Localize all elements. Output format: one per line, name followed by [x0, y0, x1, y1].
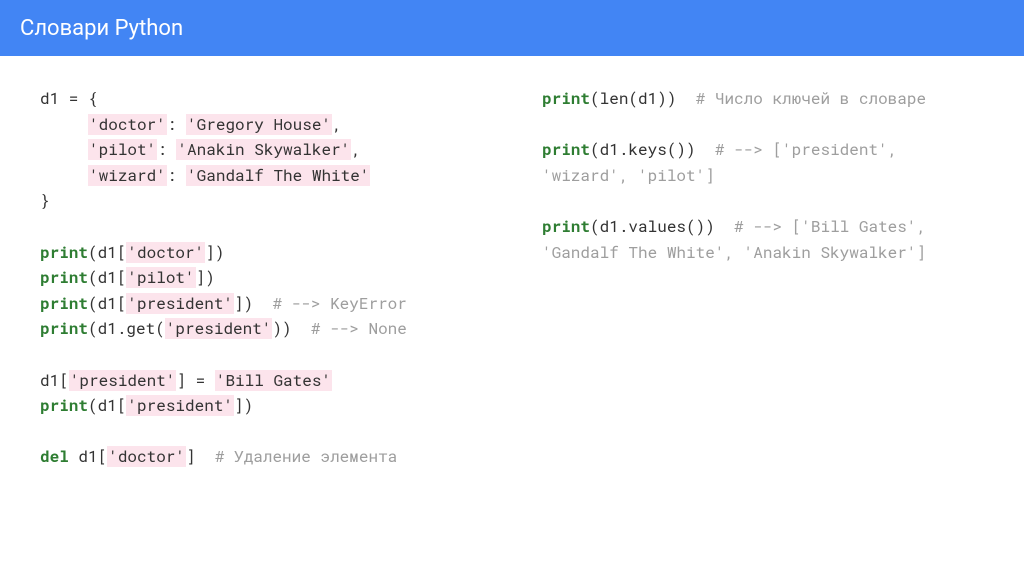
keyword-del: del	[40, 446, 69, 467]
string-literal: 'Gandalf The White'	[186, 165, 370, 186]
string-literal: 'president'	[126, 395, 234, 416]
string-literal: 'Bill Gates'	[215, 370, 332, 391]
code-text: ))	[272, 318, 291, 339]
code-text: ]	[186, 446, 196, 467]
code-column-right: print(len(d1)) # Число ключей в словаре …	[542, 86, 984, 470]
string-literal: 'wizard'	[88, 165, 167, 186]
code-text: ])	[196, 267, 215, 288]
code-column-left: d1 = { 'doctor': 'Gregory House', 'pilot…	[40, 86, 482, 470]
string-literal: 'pilot'	[126, 267, 195, 288]
string-literal: 'president'	[69, 370, 177, 391]
code-text: (d1.keys())	[590, 139, 696, 160]
code-text: ])	[234, 395, 253, 416]
code-text: (d1.values())	[590, 216, 715, 237]
code-text: (d1[	[88, 267, 126, 288]
comment: # Число ключей в словаре	[676, 88, 926, 109]
code-text: (d1.get(	[88, 318, 165, 339]
keyword-print: print	[40, 242, 88, 263]
code-text: (d1[	[88, 242, 126, 263]
string-literal: 'doctor'	[107, 446, 186, 467]
code-text: (d1[	[88, 395, 126, 416]
string-literal: 'pilot'	[88, 139, 157, 160]
code-text: }	[40, 190, 50, 211]
keyword-print: print	[40, 318, 88, 339]
code-text: d1[	[69, 446, 107, 467]
slide-title: Словари Python	[20, 16, 183, 41]
keyword-print: print	[40, 293, 88, 314]
keyword-print: print	[542, 88, 590, 109]
code-text: ])	[205, 242, 224, 263]
slide-header: Словари Python	[0, 0, 1024, 56]
comment: # --> None	[292, 318, 407, 339]
slide-content: d1 = { 'doctor': 'Gregory House', 'pilot…	[0, 56, 1024, 500]
code-text: (d1[	[88, 293, 126, 314]
string-literal: 'Gregory House'	[186, 114, 332, 135]
string-literal: 'Anakin Skywalker'	[176, 139, 351, 160]
code-text: ] =	[176, 370, 214, 391]
comment: # Удаление элемента	[196, 446, 398, 467]
keyword-print: print	[542, 139, 590, 160]
comment: # --> KeyError	[253, 293, 407, 314]
code-text: d1[	[40, 370, 69, 391]
string-literal: 'doctor'	[88, 114, 167, 135]
string-literal: 'president'	[126, 293, 234, 314]
keyword-print: print	[40, 267, 88, 288]
code-text: ])	[234, 293, 253, 314]
code-text: d1 = {	[40, 88, 98, 109]
keyword-print: print	[40, 395, 88, 416]
string-literal: 'doctor'	[126, 242, 205, 263]
keyword-print: print	[542, 216, 590, 237]
string-literal: 'president'	[165, 318, 273, 339]
code-text: (len(d1))	[590, 88, 676, 109]
